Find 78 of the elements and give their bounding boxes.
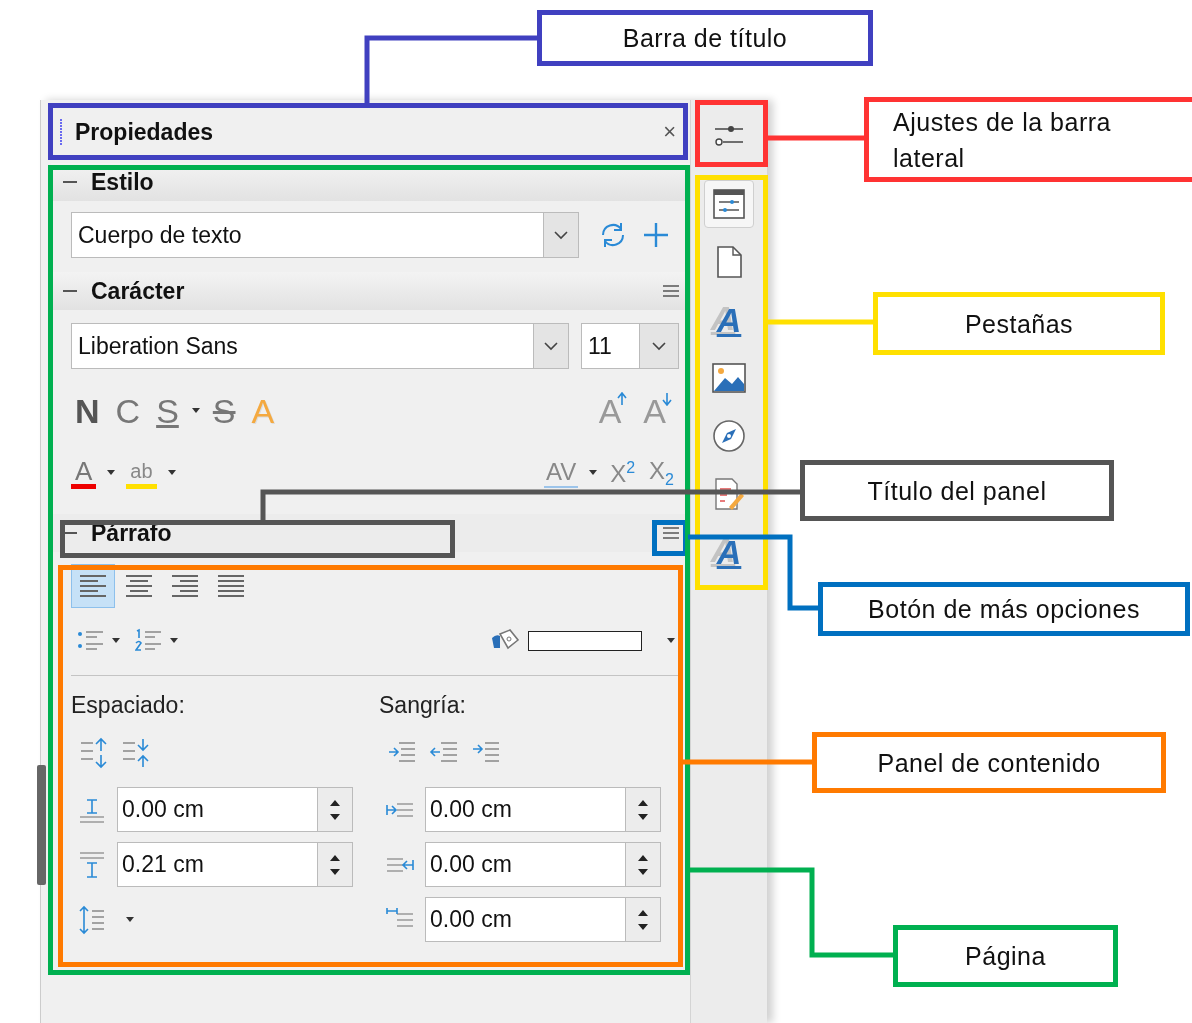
- numbered-list-icon[interactable]: [135, 628, 163, 654]
- align-icon: [78, 572, 108, 600]
- spacing-label: Espaciado:: [71, 691, 186, 720]
- callout: Ajustes de la barra lateral: [864, 97, 1192, 182]
- grip-icon: [59, 119, 63, 145]
- chevron-icon: [543, 341, 559, 351]
- subscript-button[interactable]: X$_{2}$: [647, 457, 676, 489]
- up-down-icon: [329, 853, 341, 876]
- caret-icon[interactable]: [125, 916, 135, 923]
- indent-field[interactable]: 0.00 cm: [425, 787, 625, 832]
- indent-field[interactable]: 0.00 cm: [425, 842, 625, 887]
- align-button[interactable]: [71, 564, 115, 608]
- page-icon: [714, 245, 744, 279]
- line-spacing-icon[interactable]: [77, 904, 107, 935]
- superscript-button[interactable]: X$^{2}$: [608, 458, 638, 488]
- spin-button[interactable]: [625, 787, 661, 832]
- align-icon: [216, 572, 246, 600]
- character-spacing-button[interactable]: AV: [543, 458, 579, 488]
- spin-button[interactable]: [317, 842, 353, 887]
- decrease-spacing-icon[interactable]: [121, 737, 151, 769]
- up-down-icon: [637, 853, 649, 876]
- align-icon: [170, 572, 200, 600]
- callout: Página: [893, 925, 1118, 987]
- caret-icon[interactable]: [588, 470, 599, 476]
- spin-button[interactable]: [625, 842, 661, 887]
- increase-spacing-icon[interactable]: [79, 737, 109, 769]
- space-below-icon: [77, 850, 107, 879]
- italic-button[interactable]: C: [111, 391, 145, 431]
- style-field[interactable]: Cuerpo de texto: [71, 212, 543, 258]
- callout: Panel de contenido: [812, 732, 1166, 793]
- strikethrough-button[interactable]: S: [208, 391, 240, 431]
- sidebar-title: Propiedades: [75, 118, 215, 146]
- spin-button[interactable]: [625, 897, 661, 942]
- indent-field[interactable]: 0.00 cm: [425, 897, 625, 942]
- indent-label: Sangría:: [379, 691, 467, 720]
- chevron-icon: [651, 341, 667, 351]
- plus-icon[interactable]: [641, 220, 671, 250]
- highlight-button[interactable]: ab: [126, 457, 157, 489]
- size-field[interactable]: 11: [581, 323, 639, 369]
- sidebar-tab[interactable]: A: [704, 528, 754, 576]
- sidebar-tab[interactable]: [704, 180, 754, 228]
- bold-button[interactable]: N: [71, 391, 104, 431]
- properties-icon: [712, 188, 746, 220]
- underline-button[interactable]: S: [152, 391, 183, 431]
- panel-title: Estilo: [91, 168, 154, 196]
- menu-icon[interactable]: [662, 283, 680, 299]
- spacing-field[interactable]: 0.00 cm: [117, 787, 317, 832]
- font-field[interactable]: Liberation Sans: [71, 323, 533, 369]
- caret-icon[interactable]: [106, 470, 117, 476]
- spacing-field[interactable]: 0.21 cm: [117, 842, 317, 887]
- menu-icon[interactable]: [662, 525, 680, 541]
- sidebar-tab[interactable]: A: [704, 296, 754, 344]
- up-down-icon: [329, 798, 341, 821]
- panel-title: Párrafo: [91, 519, 172, 547]
- up-down-icon: [637, 908, 649, 931]
- panel-title: Carácter: [91, 277, 185, 305]
- grow-font-button[interactable]: A: [594, 391, 632, 431]
- spin-button[interactable]: [317, 787, 353, 832]
- callout: Título del panel: [800, 460, 1114, 521]
- chevron-icon: [553, 230, 569, 240]
- compass-icon: [712, 419, 746, 453]
- caret-icon[interactable]: [111, 638, 121, 644]
- callout: Barra de título: [537, 10, 873, 66]
- image-icon: [711, 362, 747, 394]
- caret-icon[interactable]: [666, 638, 676, 644]
- collapse-handle[interactable]: [37, 765, 46, 885]
- caret-icon[interactable]: [190, 408, 201, 414]
- shrink-font-button[interactable]: A: [639, 391, 676, 431]
- callout: Pestañas: [873, 292, 1165, 355]
- close-button[interactable]: ×: [655, 119, 684, 145]
- up-down-icon: [637, 798, 649, 821]
- font-color-button[interactable]: A: [71, 457, 97, 489]
- color-swatch[interactable]: [528, 631, 642, 651]
- callout: Botón de más opciones: [818, 582, 1190, 636]
- caret-icon[interactable]: [169, 638, 179, 644]
- align-icon: [124, 572, 154, 600]
- caret-icon[interactable]: [166, 470, 177, 476]
- document-edit-icon: [713, 477, 745, 511]
